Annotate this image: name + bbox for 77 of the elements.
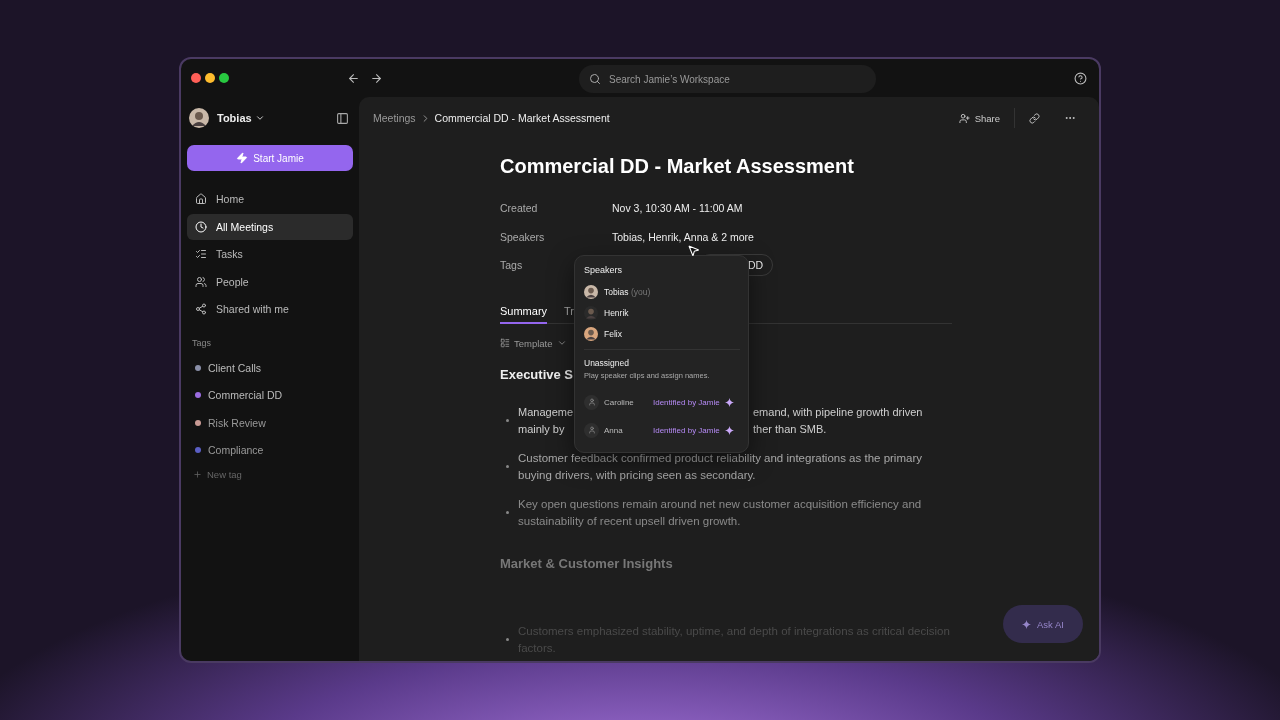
search-icon [589, 73, 601, 85]
identified-label: Identified by Jamie [653, 397, 720, 407]
meeting-title: Commercial DD - Market Assessment [500, 155, 855, 178]
nav-item[interactable]: Shared with me [187, 296, 353, 322]
tag-item[interactable]: Risk Review [187, 409, 266, 437]
list-icon [500, 338, 510, 348]
avatar [584, 284, 598, 299]
bullet-icon [506, 638, 509, 641]
bullet-icon [506, 511, 509, 514]
sparkle-icon [724, 425, 734, 435]
user-menu[interactable]: Tobias [217, 112, 265, 124]
breadcrumb-link[interactable]: Meetings [373, 112, 416, 124]
speaker-name[interactable]: Henrik [604, 307, 629, 318]
bullet-text: Customer feedback confirmed product reliability and integrations as the primary buying drivers, with pricing seen as secondary. [518, 450, 923, 483]
bullet-text: Manageme [518, 404, 572, 420]
person-icon [584, 422, 599, 438]
forward-icon[interactable] [370, 71, 383, 85]
identified-label: Identified by Jamie [653, 425, 720, 435]
tab[interactable]: Summary [500, 304, 548, 324]
people-icon [195, 275, 207, 288]
sparkle-icon [724, 397, 734, 407]
close-button[interactable] [191, 73, 201, 83]
sparkle-icon [1022, 619, 1032, 629]
help-icon[interactable] [1074, 71, 1087, 85]
bullet-icon [506, 419, 509, 422]
cursor-icon [687, 244, 700, 257]
back-icon[interactable] [347, 71, 360, 85]
link-icon [1028, 112, 1040, 124]
lightning-icon [236, 152, 249, 164]
home-icon [195, 193, 207, 205]
field-label: Tags [500, 259, 523, 272]
nav-item[interactable]: People [187, 268, 353, 295]
tab[interactable]: Tr [564, 304, 575, 324]
field-label: Speakers [500, 230, 545, 243]
minimize-button[interactable] [205, 73, 215, 83]
field-label: Created [500, 202, 538, 215]
section-heading: Market & Customer Insights [500, 555, 673, 571]
tag-item[interactable]: Commercial DD [187, 381, 283, 409]
tag-item[interactable]: Client Calls [187, 354, 262, 382]
tags-heading: Tags [191, 338, 212, 348]
speaker-name[interactable]: Anna [604, 425, 648, 435]
unassigned-heading: Unassigned [584, 358, 630, 368]
nav-item[interactable]: Home [187, 186, 353, 212]
speaker-name[interactable]: Caroline [604, 397, 648, 407]
search-field[interactable]: Search Jamie’s Workspace [579, 65, 876, 93]
nav-item[interactable]: Tasks [187, 241, 353, 267]
person-icon [584, 394, 599, 410]
chevron-down-icon [254, 113, 265, 123]
share-icon [195, 303, 207, 315]
section-heading: Executive S [500, 366, 573, 382]
popover-heading: Speakers [584, 265, 624, 275]
field-value: Nov 3, 10:30 AM - 11:00 AM [612, 202, 744, 215]
bullet-text: mainly by [518, 421, 566, 437]
avatar [584, 326, 598, 341]
bullet-text: emand, with pipeline growth driven [753, 404, 923, 420]
template-dropdown[interactable]: Template [500, 337, 567, 349]
add-person-icon [958, 112, 970, 124]
field-value: Tobias, Henrik, Anna & 2 more [612, 230, 755, 243]
avatar [189, 108, 209, 128]
maximize-button[interactable] [219, 73, 229, 83]
ask-ai-button[interactable]: Ask AI [1003, 605, 1083, 643]
speaker-name[interactable]: Felix [604, 328, 622, 339]
breadcrumb-link[interactable]: Commercial DD - Market Assessment [434, 112, 610, 124]
bullet-text: ther than SMB. [753, 421, 828, 437]
bullet-icon [506, 465, 509, 468]
speaker-name[interactable]: Tobias (you) [604, 286, 651, 297]
plus-icon [193, 469, 202, 479]
share-button[interactable]: Share [950, 112, 1008, 124]
bullet-text: Key open questions remain around net new customer acquisition efficiency and sustainability of recent upsell driven growth. [518, 496, 923, 529]
checklist-icon [195, 248, 207, 260]
chevron-down-icon [556, 338, 567, 348]
sidebar-toggle-icon[interactable] [336, 111, 349, 125]
clock-icon [195, 220, 207, 233]
start-button[interactable]: Start Jamie [187, 145, 353, 171]
tag-item[interactable]: Compliance [187, 436, 264, 464]
avatar [584, 305, 598, 320]
nav-item[interactable]: All Meetings [187, 213, 353, 240]
